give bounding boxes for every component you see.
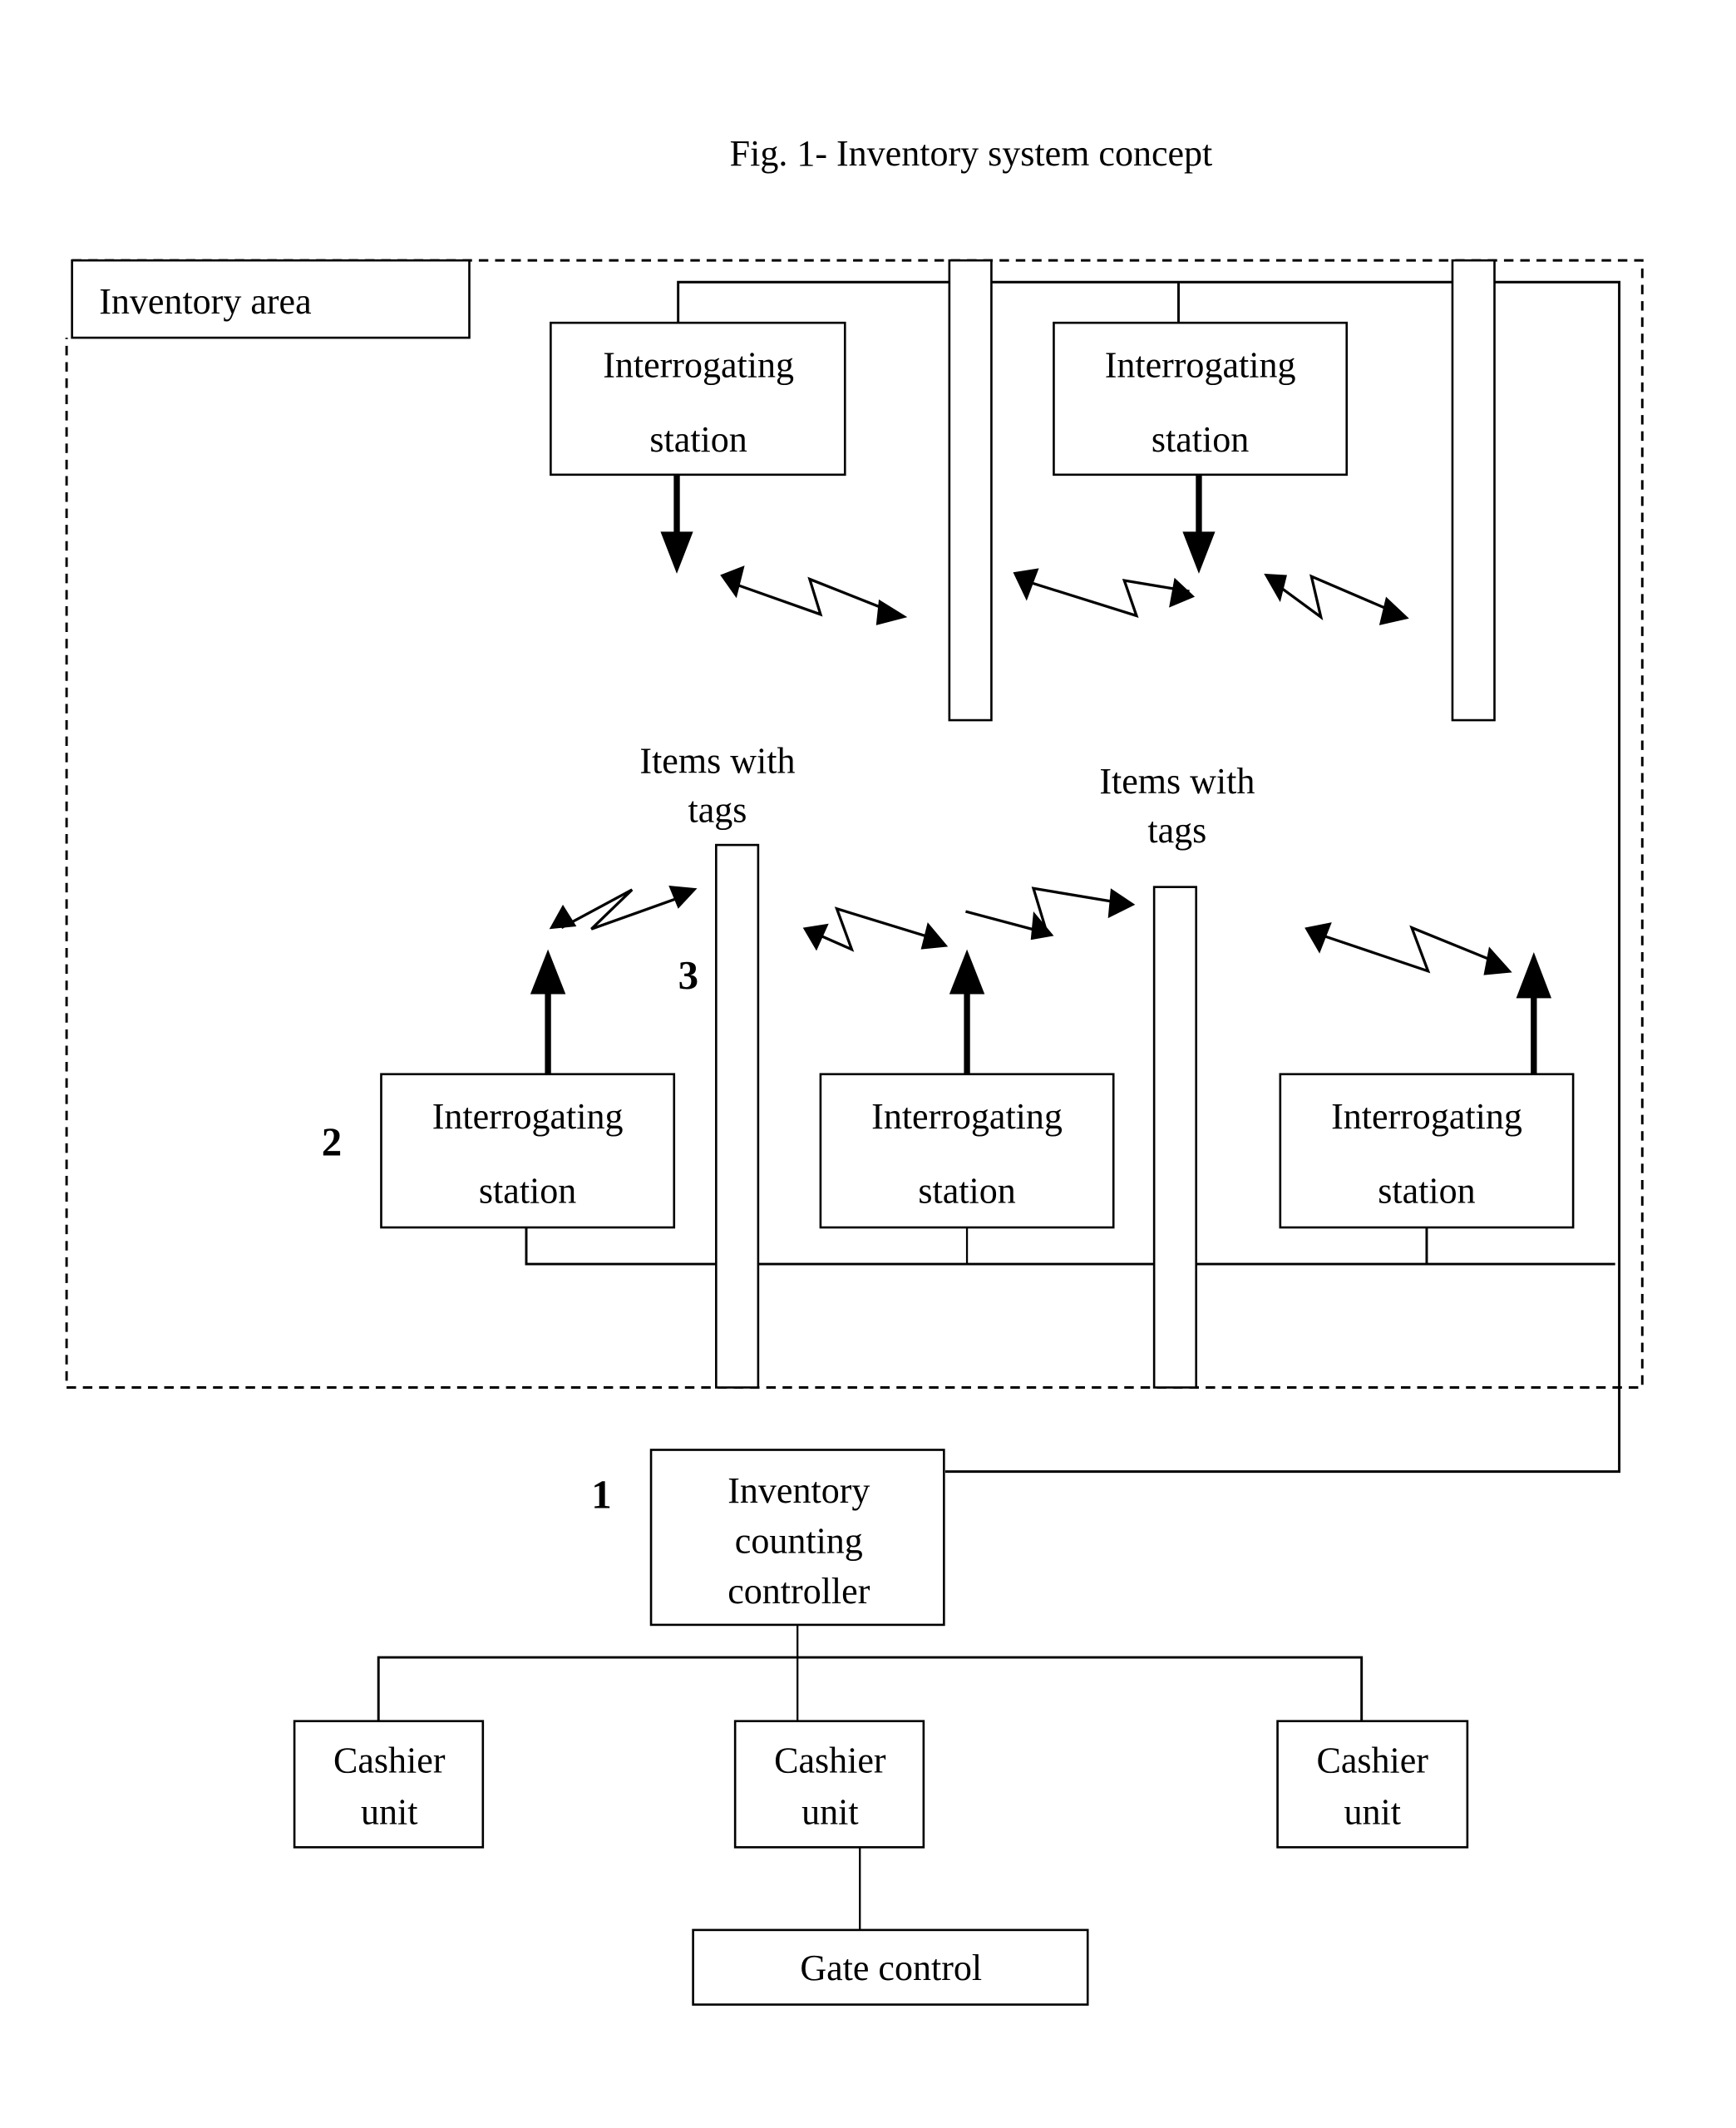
bottom-bus-line <box>525 1227 1615 1266</box>
svg-text:unit: unit <box>361 1792 417 1833</box>
svg-text:Interrogating: Interrogating <box>1105 344 1296 385</box>
wireless-signal-icon <box>1013 568 1196 618</box>
svg-text:Interrogating: Interrogating <box>871 1096 1063 1137</box>
wireless-signal-icon <box>965 886 1136 941</box>
reference-numeral-controller: 1 <box>591 1472 611 1518</box>
svg-text:Interrogating: Interrogating <box>1331 1096 1522 1137</box>
interrogating-station-bottom-3: Interrogating station <box>1279 1073 1575 1229</box>
interrogating-station-bottom-1: Interrogating station <box>380 1073 676 1229</box>
wireless-signal-icon <box>802 906 949 952</box>
arrow-up-icon <box>1516 951 1552 1074</box>
arrow-up-icon <box>949 949 985 1074</box>
interrogating-station-top-1: Interrogating station <box>550 321 846 476</box>
svg-text:unit: unit <box>1344 1792 1400 1833</box>
svg-text:Gate control: Gate control <box>800 1948 982 1988</box>
shelf-bottom-1 <box>715 843 760 1389</box>
svg-text:station: station <box>918 1171 1015 1212</box>
cashier-unit-3: Cashier unit <box>1276 1720 1469 1849</box>
cashier-bus-line <box>377 1656 1364 1721</box>
shelf-label-2: Items with tags <box>1099 761 1255 851</box>
wireless-signal-icon <box>1264 573 1409 625</box>
inventory-area-label: Inventory area <box>71 259 471 339</box>
svg-text:tags: tags <box>1147 810 1206 851</box>
svg-text:Cashier: Cashier <box>1316 1740 1428 1781</box>
svg-text:Inventory: Inventory <box>727 1470 870 1511</box>
svg-text:unit: unit <box>801 1792 858 1833</box>
wireless-signal-icon <box>549 886 698 931</box>
gate-control: Gate control <box>692 1928 1089 2006</box>
svg-text:controller: controller <box>727 1571 870 1612</box>
reference-numeral-station: 2 <box>322 1119 342 1165</box>
cashier-unit-2: Cashier unit <box>733 1720 925 1849</box>
wireless-signal-icon <box>720 565 908 625</box>
inventory-system-diagram: Fig. 1- Inventory system concept Invento… <box>65 133 1644 2006</box>
figure-title: Fig. 1- Inventory system concept <box>730 133 1213 174</box>
svg-text:Interrogating: Interrogating <box>603 344 794 385</box>
svg-text:station: station <box>479 1171 576 1212</box>
svg-text:counting: counting <box>735 1520 863 1561</box>
svg-text:Cashier: Cashier <box>333 1740 446 1781</box>
reference-numeral-shelf: 3 <box>678 952 698 998</box>
svg-text:station: station <box>1152 419 1249 460</box>
wireless-signal-icon <box>1304 922 1512 975</box>
inventory-counting-controller: Inventory counting controller <box>649 1449 945 1627</box>
interrogating-station-top-2: Interrogating station <box>1053 321 1349 476</box>
svg-text:Interrogating: Interrogating <box>432 1096 624 1137</box>
svg-text:Inventory area: Inventory area <box>99 281 311 322</box>
interrogating-station-bottom-2: Interrogating station <box>819 1073 1115 1229</box>
svg-text:station: station <box>1378 1171 1475 1212</box>
svg-text:Items with: Items with <box>1099 761 1255 802</box>
arrow-down-icon <box>660 474 693 574</box>
shelf-bottom-2 <box>1152 886 1198 1389</box>
svg-text:Items with: Items with <box>639 741 795 782</box>
shelf-top-1 <box>948 259 993 722</box>
shelf-label-1: Items with tags <box>639 741 795 831</box>
cashier-unit-1: Cashier unit <box>293 1720 485 1849</box>
arrow-up-icon <box>530 949 566 1074</box>
svg-text:Cashier: Cashier <box>774 1740 886 1781</box>
arrow-down-icon <box>1182 474 1216 574</box>
svg-text:station: station <box>649 419 747 460</box>
svg-text:tags: tags <box>688 789 747 830</box>
shelf-top-2 <box>1451 259 1496 722</box>
